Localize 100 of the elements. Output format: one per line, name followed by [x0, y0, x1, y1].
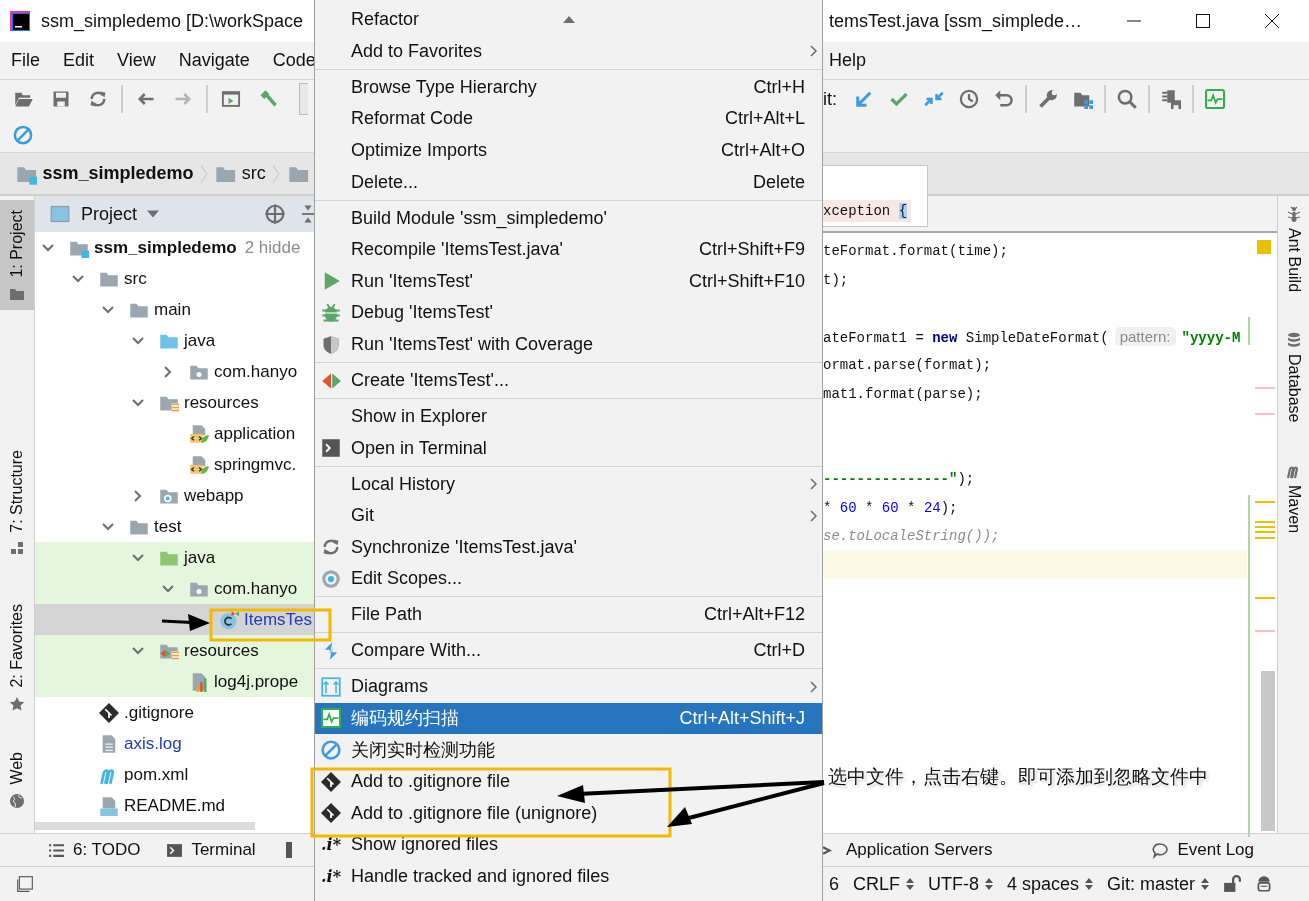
tool-window-tab[interactable]: 1: Project [0, 200, 34, 310]
menu-bar-item[interactable]: Code [272, 50, 316, 71]
scrollbar-thumb[interactable] [1261, 671, 1275, 831]
hammer-icon[interactable] [258, 89, 278, 109]
tree-item[interactable]: resources [35, 387, 314, 418]
tree-item[interactable]: test [35, 511, 314, 542]
tool-window-button[interactable]: Event Log [1152, 840, 1255, 860]
menu-bar-item[interactable]: View [117, 50, 156, 71]
crosshair-icon[interactable] [264, 203, 286, 225]
menu-item[interactable]: Local History [315, 468, 822, 500]
menu-item[interactable]: Build Module 'ssm_simpledemo' [315, 202, 822, 234]
menu-item[interactable]: Diagrams [315, 671, 822, 703]
menu-item[interactable]: Optimize Imports Ctrl+Alt+O [315, 134, 822, 167]
tree-item[interactable]: webapp [35, 480, 314, 511]
menu-item[interactable]: 编码规约扫描 Ctrl+Alt+Shift+J [315, 702, 822, 735]
menu-item[interactable]: Refactor [315, 4, 822, 36]
close-icon[interactable] [1264, 13, 1280, 29]
menu-item[interactable]: Edit Scopes... [315, 563, 822, 595]
status-bar-item[interactable]: 6 [829, 873, 839, 895]
tree-item[interactable]: pom.xml [35, 759, 314, 790]
menu-item[interactable]: File Path Ctrl+Alt+F12 [315, 599, 822, 631]
tree-item[interactable]: src [35, 263, 314, 294]
tool-window-tab[interactable]: Ant Build [1284, 206, 1303, 293]
search-icon[interactable] [1117, 89, 1137, 109]
status-bar-item[interactable]: Git: master [1107, 873, 1210, 895]
tree-item[interactable]: .gitignore [35, 697, 314, 728]
window-icon [49, 204, 71, 224]
menu-item[interactable]: Add to Favorites [315, 35, 822, 68]
menu-item[interactable]: Compare With... Ctrl+D [315, 635, 822, 667]
tool-window-icon[interactable] [285, 842, 292, 858]
menu-bar-item[interactable]: Edit [63, 50, 95, 71]
tool-window-button[interactable]: Terminal [166, 840, 256, 860]
plug-disk-icon[interactable] [1161, 89, 1181, 109]
tool-window-tab[interactable]: Maven [1284, 462, 1303, 533]
menu-item[interactable]: Debug 'ItemsTest' [315, 297, 822, 329]
menu-item[interactable]: Git [315, 499, 822, 532]
code-line: ateFormat1 = new SimpleDateFormat( pattern: "yyyy-M [823, 325, 1242, 348]
menu-item[interactable]: Browse Type Hierarchy Ctrl+H [315, 71, 822, 104]
menu-bar-item[interactable]: Navigate [178, 50, 250, 71]
tree-item[interactable]: ItemsTes [35, 604, 314, 635]
tree-item[interactable]: com.hanyo [35, 356, 314, 387]
diagram-icon [321, 676, 341, 697]
tool-window-button[interactable]: Application Servers [821, 840, 993, 860]
tree-item[interactable]: com.hanyo [35, 573, 314, 604]
panel-title[interactable]: Project [81, 203, 138, 225]
tree-item[interactable]: README.md [35, 790, 314, 821]
scroll-up-icon[interactable] [563, 16, 575, 23]
save-icon[interactable] [51, 89, 71, 109]
tool-window-tab[interactable]: Database [1284, 332, 1303, 423]
menu-item[interactable]: Synchronize 'ItemsTest.java' [315, 531, 822, 564]
menu-bar-item[interactable]: File [11, 50, 40, 71]
horizontal-scrollbar[interactable] [35, 822, 255, 830]
compare-arrows-icon[interactable] [924, 89, 944, 109]
tree-item[interactable]: main [35, 294, 314, 325]
tool-window-tab[interactable]: Web [0, 741, 34, 817]
breadcrumb-item[interactable]: ssm_simpledemo [42, 163, 194, 184]
forbidden-icon[interactable] [13, 125, 33, 145]
menu-item[interactable]: Recompile 'ItemsTest.java' Ctrl+Shift+F9 [315, 233, 822, 266]
dropdown-caret-icon[interactable] [147, 210, 160, 218]
menu-item[interactable]: Create 'ItemsTest'... [315, 364, 822, 397]
wrench-icon[interactable] [1038, 89, 1058, 109]
menu-item[interactable]: .i* Show ignored files [315, 828, 822, 861]
tree-item[interactable]: log4j.prope [35, 666, 314, 697]
undo-icon[interactable] [994, 89, 1014, 109]
clock-icon[interactable] [959, 89, 979, 109]
breadcrumb-item[interactable]: src [241, 163, 266, 184]
tool-window-button[interactable]: 6: TODO [48, 840, 141, 860]
status-bar-item[interactable]: UTF-8 [928, 873, 994, 895]
menu-item[interactable]: Run 'ItemsTest' with Coverage [315, 328, 822, 361]
menu-item[interactable]: Add to .gitignore file (unignore) [315, 797, 822, 829]
status-bar-item[interactable]: 4 spaces [1007, 873, 1094, 895]
collapse-icon[interactable] [302, 204, 314, 224]
menu-item[interactable]: Delete... Delete [315, 166, 822, 198]
menu-item[interactable]: Reformat Code Ctrl+Alt+L [315, 103, 822, 135]
tree-item[interactable]: resources [35, 635, 314, 666]
menu-item[interactable]: .i* Handle tracked and ignored files [315, 860, 822, 893]
tree-item[interactable]: java [35, 542, 314, 573]
tool-window-tab[interactable]: 2: Favorites [0, 594, 34, 720]
tree-item[interactable]: axis.log [35, 728, 314, 759]
status-bar-item[interactable]: CRLF [853, 873, 915, 895]
menu-item[interactable]: Show in Explorer [315, 400, 822, 433]
tool-window-tab[interactable]: 7: Structure [0, 439, 34, 565]
pulse-icon[interactable] [1205, 89, 1225, 109]
window-title: temsTest.java [ssm_simplede… [829, 10, 1083, 32]
menu-item[interactable]: 关闭实时检测功能 [315, 734, 822, 766]
tree-item[interactable]: application [35, 418, 314, 449]
menu-item[interactable]: Open in Terminal [315, 432, 822, 464]
menu-item[interactable]: Run 'ItemsTest' Ctrl+Shift+F10 [315, 265, 822, 298]
menu-item[interactable]: Add to .gitignore file [315, 765, 822, 798]
tree-item[interactable]: springmvc. [35, 449, 314, 480]
menu-bar-item[interactable]: Help [829, 50, 867, 71]
sync-icon[interactable] [88, 89, 108, 109]
maximize-icon[interactable] [1195, 13, 1211, 29]
panel-toggle-icon[interactable] [16, 875, 34, 893]
lock-icon[interactable] [1223, 875, 1242, 893]
arrow-icon[interactable] [854, 89, 874, 109]
tree-item[interactable]: ssm_simpledemo 2 hidde [35, 232, 314, 263]
tree-item[interactable]: java [35, 325, 314, 356]
code-line: t); [823, 270, 850, 290]
run-window-icon[interactable] [221, 89, 241, 109]
